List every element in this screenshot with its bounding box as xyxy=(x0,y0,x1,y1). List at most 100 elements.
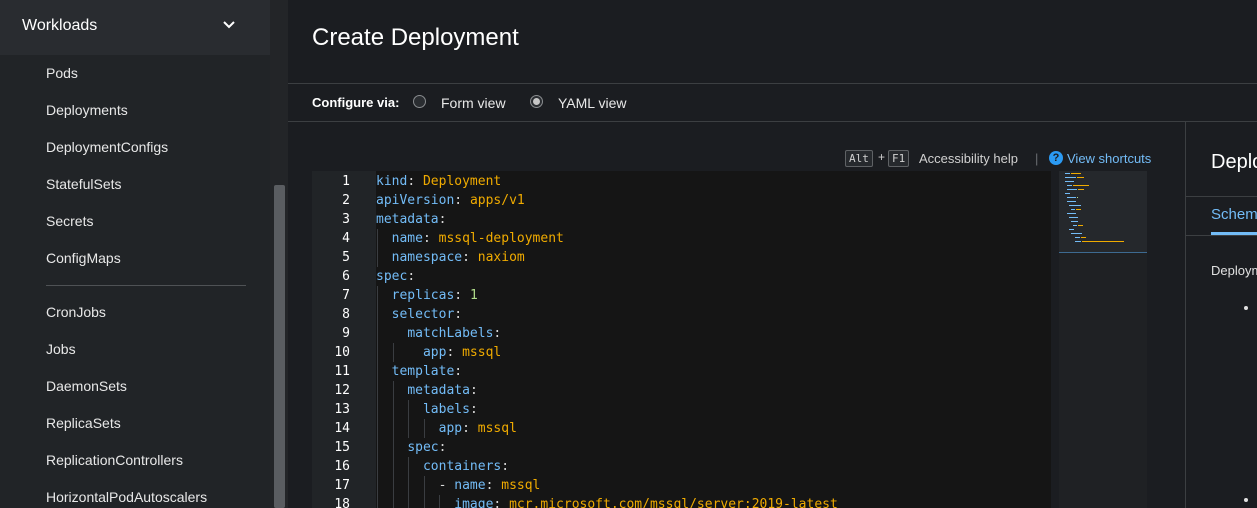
sidebar-item-replicationcontrollers[interactable]: ReplicationControllers xyxy=(46,452,183,468)
yaml-value: mssql xyxy=(477,421,517,436)
yaml-editor-area: Alt + F1 Accessibility help | ? View sho… xyxy=(288,122,1185,508)
code-line: app: mssql xyxy=(438,421,517,436)
minimap-line xyxy=(1071,173,1081,174)
kbd-f1: F1 xyxy=(888,150,910,167)
form-view-label[interactable]: Form view xyxy=(441,95,506,111)
code-line: containers: xyxy=(422,459,510,474)
line-number: 8 xyxy=(342,307,350,322)
minimap-line xyxy=(1075,241,1081,242)
line-number: 16 xyxy=(334,459,350,474)
line-number: 2 xyxy=(342,193,350,208)
line-number: 1 xyxy=(342,174,350,189)
yaml-key: spec xyxy=(407,440,439,455)
yaml-key: name xyxy=(454,478,486,493)
line-number: 5 xyxy=(342,250,350,265)
sidebar-item-daemonsets[interactable]: DaemonSets xyxy=(46,378,127,394)
sidebar-item-configmaps[interactable]: ConfigMaps xyxy=(46,250,121,266)
line-number: 12 xyxy=(334,383,350,398)
indent-guide xyxy=(439,495,441,508)
minimap-line xyxy=(1075,237,1080,238)
indent-guide xyxy=(423,419,425,438)
configure-via-label: Configure via: xyxy=(312,95,400,110)
sidebar-item-replicasets[interactable]: ReplicaSets xyxy=(46,415,121,431)
yaml-key: app xyxy=(438,421,463,436)
line-number: 4 xyxy=(342,231,350,246)
indent-guide xyxy=(408,400,410,438)
indent-guide xyxy=(377,286,378,508)
sidebar-item-deploymentconfigs[interactable]: DeploymentConfigs xyxy=(46,139,168,155)
sidebar-scrollbar-thumb[interactable] xyxy=(274,185,285,508)
line-number: 14 xyxy=(334,421,350,436)
page-header: Create Deployment xyxy=(288,0,1257,84)
line-number: 7 xyxy=(342,288,350,303)
code-line: selector: xyxy=(391,307,463,322)
help-circle-icon[interactable]: ? xyxy=(1049,151,1063,165)
minimap-line xyxy=(1071,221,1078,222)
code-line: apiVersion: apps/v1 xyxy=(376,193,525,208)
yaml-value: 1 xyxy=(469,288,478,303)
line-number: 18 xyxy=(334,497,350,508)
minimap-line xyxy=(1069,217,1078,218)
sidebar-item-secrets[interactable]: Secrets xyxy=(46,213,93,229)
yaml-value: mssql xyxy=(462,345,502,360)
yaml-key: containers xyxy=(422,459,502,474)
line-number: 6 xyxy=(342,269,350,284)
kbd-alt: Alt xyxy=(845,150,873,167)
yaml-key: app xyxy=(422,345,447,360)
yaml-key: image xyxy=(454,497,494,508)
yaml-key: name xyxy=(391,231,423,246)
sidebar-item-horizontalpodautoscalers[interactable]: HorizontalPodAutoscalers xyxy=(46,489,207,505)
yaml-key: apiVersion xyxy=(376,193,455,208)
minimap-line xyxy=(1069,205,1081,206)
code-line: metadata: xyxy=(407,383,478,398)
accessibility-help-text: Accessibility help xyxy=(919,151,1018,166)
sidebar-item-deployments[interactable]: Deployments xyxy=(46,102,128,118)
code-line: - name: mssql xyxy=(376,478,541,493)
side-panel-tab-divider xyxy=(1186,235,1257,236)
line-number: 13 xyxy=(334,402,350,417)
form-view-radio[interactable] xyxy=(413,95,426,108)
yaml-key: template xyxy=(391,364,455,379)
line-number: 17 xyxy=(334,478,350,493)
minimap-line xyxy=(1067,213,1076,214)
minimap-line xyxy=(1071,233,1082,234)
yaml-key: metadata xyxy=(376,212,439,227)
view-shortcuts-link[interactable]: View shortcuts xyxy=(1067,151,1151,166)
minimap-line xyxy=(1065,177,1076,178)
yaml-view-radio[interactable] xyxy=(530,95,543,108)
side-panel-divider xyxy=(1186,196,1257,197)
code-line: spec: xyxy=(376,269,416,284)
sidebar-item-pods[interactable]: Pods xyxy=(46,65,78,81)
minimap-line xyxy=(1067,197,1076,198)
yaml-key: metadata xyxy=(407,383,470,398)
code-line: app: mssql xyxy=(422,345,502,360)
minimap-line xyxy=(1077,197,1078,198)
yaml-value: naxiom xyxy=(477,250,525,265)
minimap-line xyxy=(1065,181,1074,182)
tab-schema[interactable]: Schema xyxy=(1211,206,1257,223)
toolbar-separator: | xyxy=(1035,151,1039,166)
indent-guide xyxy=(392,381,394,508)
line-number: 10 xyxy=(334,345,350,360)
sidebar-item-statefulsets[interactable]: StatefulSets xyxy=(46,176,122,192)
minimap-line xyxy=(1067,201,1076,202)
chevron-down-icon[interactable] xyxy=(222,18,236,32)
code-line: image: mcr.microsoft.com/mssql/server:20… xyxy=(376,497,838,508)
line-number: 3 xyxy=(342,212,350,227)
yaml-key: spec xyxy=(376,269,408,284)
nav-section-label: Workloads xyxy=(22,17,98,34)
sidebar-item-jobs[interactable]: Jobs xyxy=(46,341,76,357)
kbd-plus: + xyxy=(878,150,886,164)
yaml-value: Deployment xyxy=(422,174,502,189)
minimap-line xyxy=(1082,241,1124,242)
minimap-line xyxy=(1067,185,1072,186)
yaml-key: namespace xyxy=(391,250,463,265)
nav-divider xyxy=(46,285,246,286)
nav-section-workloads[interactable]: Workloads xyxy=(0,0,270,55)
editor-minimap[interactable] xyxy=(1059,171,1147,508)
yaml-view-label[interactable]: YAML view xyxy=(558,95,626,111)
code-editor[interactable]: 1 2 3 4 5 6 7 8 9 10 11 12 13 14 15 16 17 18 kind: Deploy… xyxy=(312,171,1051,508)
sidebar-item-cronjobs[interactable]: CronJobs xyxy=(46,304,106,320)
code-line: kind: Deployment xyxy=(376,174,502,189)
yaml-key: kind xyxy=(376,174,408,189)
